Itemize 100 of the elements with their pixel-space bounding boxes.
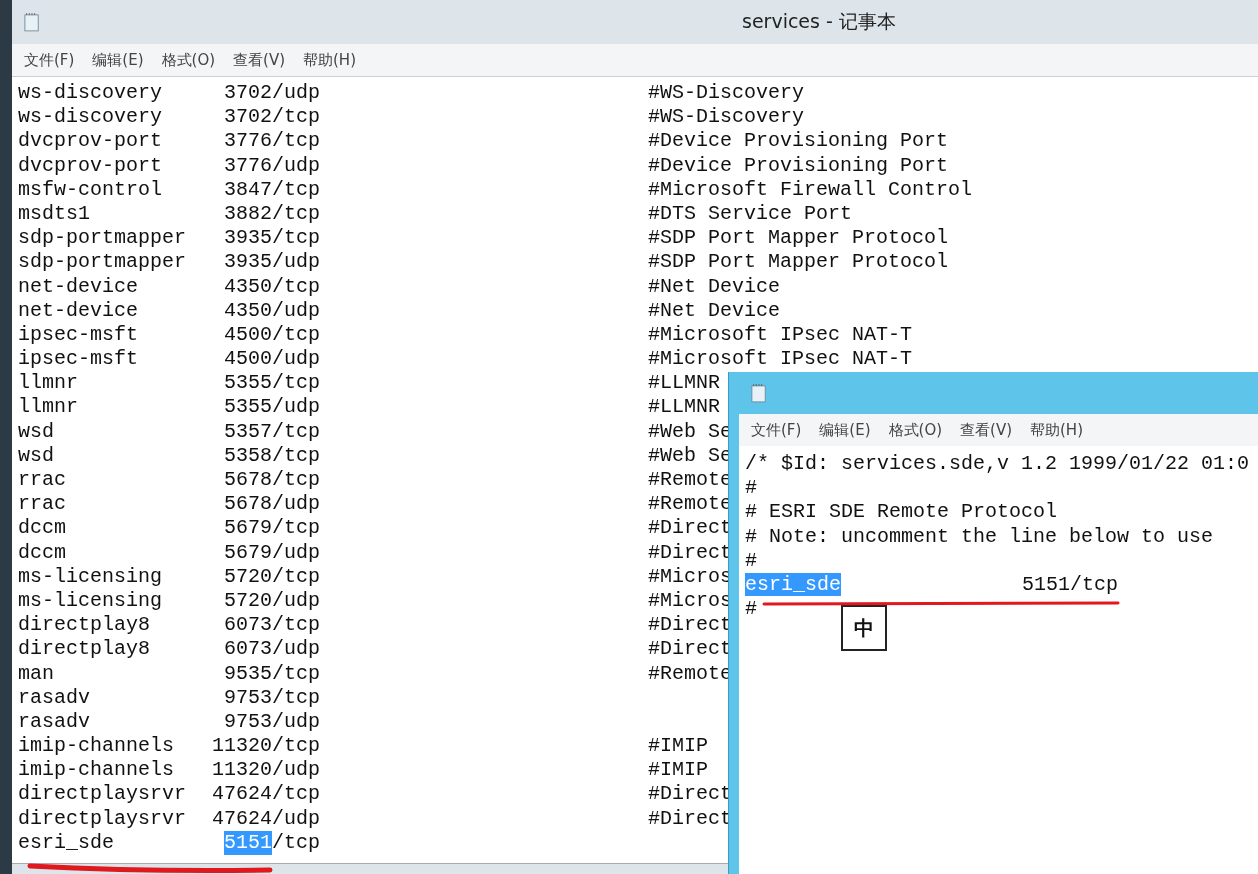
text-line: # ESRI SDE Remote Protocol bbox=[745, 500, 1058, 525]
comment-text: #SDP Port Mapper Protocol bbox=[648, 250, 949, 275]
service-name: net-device bbox=[18, 274, 140, 299]
port-protocol: 5679/udp bbox=[223, 540, 320, 565]
port-protocol: 5720/udp bbox=[223, 588, 320, 614]
service-name: ipsec-msft bbox=[18, 347, 140, 372]
text-line: # bbox=[745, 476, 757, 501]
port-protocol: 3847/tcp bbox=[223, 177, 320, 202]
service-name: sdp-portmapper bbox=[18, 226, 188, 251]
port-protocol: 9753/tcp bbox=[223, 685, 320, 710]
port-protocol: 3882/tcp bbox=[223, 201, 320, 227]
comment-text: #Micros bbox=[648, 564, 732, 589]
comment-text: #Remote bbox=[648, 661, 732, 686]
port-protocol: 47624/udp bbox=[210, 806, 320, 831]
port-protocol: 4350/udp bbox=[223, 298, 320, 323]
service-name: directplaysrvr bbox=[18, 806, 188, 831]
comment-text: #Remote bbox=[648, 468, 732, 493]
service-name: directplaysrvr bbox=[18, 782, 188, 807]
menu-item[interactable]: 查看(V) bbox=[233, 50, 285, 70]
port-text: /tcp bbox=[272, 830, 320, 855]
comment-text: #Device Provisioning Port bbox=[648, 153, 949, 178]
service-name: llmnr bbox=[18, 395, 79, 420]
comment-text: #WS-Discovery bbox=[648, 105, 805, 130]
menu-item[interactable]: 格式(O) bbox=[888, 420, 943, 440]
port-protocol: 6073/udp bbox=[223, 637, 320, 662]
port-protocol: 5355/udp bbox=[223, 395, 320, 420]
selected-text: 5151 bbox=[223, 830, 272, 855]
service-name: rrac bbox=[18, 468, 67, 493]
service-name: net-device bbox=[18, 298, 140, 323]
service-name: ipsec-msft bbox=[18, 322, 140, 348]
port-protocol: 47624/tcp bbox=[210, 782, 320, 807]
port-protocol: 3776/udp bbox=[223, 153, 320, 178]
comment-text: #Direct bbox=[648, 782, 732, 807]
port-protocol: 5678/tcp bbox=[223, 468, 320, 493]
comment-text: #Direct bbox=[648, 613, 732, 638]
port-protocol: 4500/tcp bbox=[223, 322, 320, 348]
port-protocol: 11320/tcp bbox=[210, 734, 320, 759]
comment-text: #Microsoft Firewall Control bbox=[648, 177, 973, 202]
menu-item[interactable]: 帮助(H) bbox=[1030, 420, 1083, 440]
text-line: # bbox=[745, 597, 757, 622]
menu-item[interactable]: 编辑(E) bbox=[819, 420, 871, 440]
menu-item[interactable]: 文件(F) bbox=[24, 50, 75, 70]
comment-text: #Microsoft IPsec NAT-T bbox=[648, 347, 913, 372]
menu-item[interactable]: 帮助(H) bbox=[303, 50, 356, 70]
service-name: rasadv bbox=[18, 709, 91, 735]
comment-text: #LLMNR bbox=[648, 371, 720, 396]
service-name: dvcprov-port bbox=[18, 153, 164, 178]
comment-text: #Micros bbox=[648, 588, 732, 614]
comment-text: #Direct bbox=[648, 637, 732, 662]
port-protocol: 3702/tcp bbox=[223, 105, 320, 130]
menu-item[interactable]: 文件(F) bbox=[751, 420, 802, 440]
comment-text: #Net Device bbox=[648, 298, 781, 323]
service-name: wsd bbox=[18, 443, 55, 468]
port-protocol: 9535/tcp bbox=[223, 661, 320, 686]
service-name: directplay8 bbox=[18, 637, 152, 662]
menu-item[interactable]: 查看(V) bbox=[960, 420, 1012, 440]
service-name: ms-licensing bbox=[18, 564, 164, 589]
service-name: rasadv bbox=[18, 685, 91, 710]
port-protocol: 5151/tcp bbox=[1022, 572, 1118, 598]
comment-text: #LLMNR bbox=[648, 395, 720, 420]
port-protocol: 5357/tcp bbox=[223, 419, 320, 444]
service-name: rrac bbox=[18, 492, 67, 517]
comment-text: #Device Provisioning Port bbox=[648, 129, 949, 154]
comment-text: #Direct bbox=[648, 806, 732, 831]
port-protocol: 3702/udp bbox=[223, 81, 320, 106]
comment-text: #Remote bbox=[648, 492, 732, 517]
comment-text: #SDP Port Mapper Protocol bbox=[648, 226, 949, 251]
service-name: man bbox=[18, 661, 55, 686]
notepad-icon[interactable] bbox=[751, 383, 767, 403]
menu-item[interactable]: 格式(O) bbox=[161, 50, 216, 70]
service-name: esri_sde bbox=[18, 830, 115, 855]
port-protocol: 5679/tcp bbox=[223, 516, 320, 541]
service-name: ms-licensing bbox=[18, 588, 164, 614]
port-protocol: 5358/tcp bbox=[223, 443, 320, 468]
service-name: ws-discovery bbox=[18, 105, 164, 130]
comment-text: #IMIP bbox=[648, 734, 708, 759]
comment-text: #DTS Service Port bbox=[648, 201, 853, 227]
comment-text: #WS-Discovery bbox=[648, 81, 805, 106]
service-name: imip-channels bbox=[18, 734, 176, 759]
port-protocol: 6073/tcp bbox=[223, 613, 320, 638]
service-name: msdts1 bbox=[18, 201, 91, 227]
port-protocol: 11320/udp bbox=[210, 758, 320, 783]
comment-text: #Net Device bbox=[648, 274, 781, 299]
port-protocol: 4350/tcp bbox=[223, 274, 320, 299]
service-name: directplay8 bbox=[18, 613, 152, 638]
port-protocol: 5678/udp bbox=[223, 492, 320, 517]
selected-text: esri_sde bbox=[745, 572, 841, 596]
port-protocol: 5720/tcp bbox=[223, 564, 320, 589]
service-name: sdp-portmapper bbox=[18, 250, 188, 275]
service-name: wsd bbox=[18, 419, 55, 444]
port-protocol: 4500/udp bbox=[223, 347, 320, 372]
text-line: # Note: uncomment the line below to use bbox=[745, 524, 1214, 549]
text-line: /* $Id: services.sde,v 1.2 1999/01/22 01:0 bbox=[745, 452, 1250, 477]
ime-indicator[interactable]: 中 bbox=[841, 605, 887, 651]
menu-item[interactable]: 编辑(E) bbox=[92, 50, 144, 70]
text-line: # bbox=[745, 548, 757, 573]
notepad-icon[interactable] bbox=[24, 12, 40, 32]
comment-text: #Direct bbox=[648, 516, 732, 541]
comment-text: #IMIP bbox=[648, 758, 708, 783]
service-name: msfw-control bbox=[18, 177, 164, 202]
